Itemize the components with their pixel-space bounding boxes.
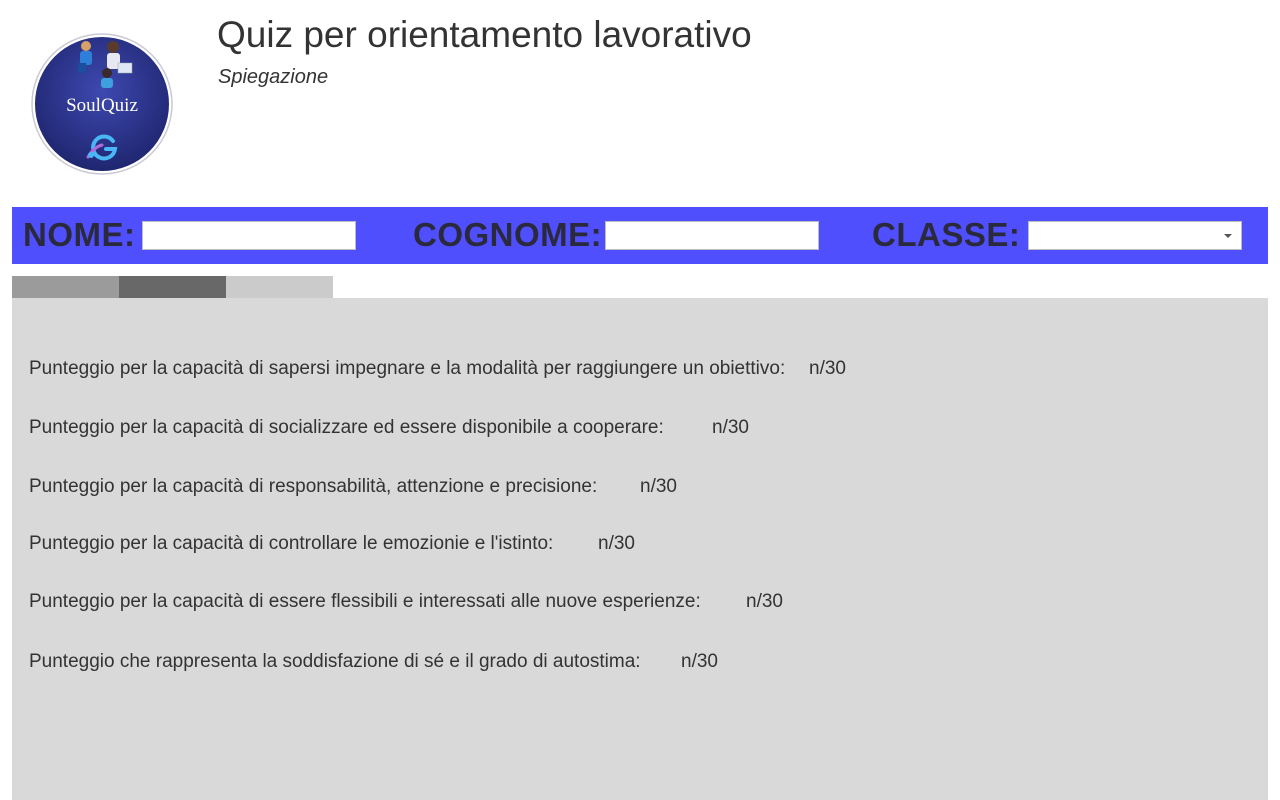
score-value: n/30: [640, 476, 677, 497]
results-panel: Punteggio per la capacità di sapersi imp…: [12, 298, 1268, 800]
name-input[interactable]: [142, 221, 356, 250]
name-label: NOME:: [23, 216, 136, 253]
chevron-down-icon: [1224, 234, 1232, 238]
class-label: CLASSE:: [872, 216, 1021, 253]
class-select[interactable]: [1028, 221, 1242, 250]
score-label: Punteggio per la capacità di socializzar…: [29, 417, 664, 438]
soulquiz-logo: SoulQuiz: [31, 33, 173, 175]
score-value: n/30: [809, 358, 846, 379]
score-label: Punteggio per la capacità di responsabil…: [29, 476, 598, 497]
score-value: n/30: [598, 533, 635, 554]
page-header: SoulQuiz Quiz per orientamento lavorativ…: [0, 0, 1280, 200]
page-subtitle[interactable]: Spiegazione: [218, 65, 328, 89]
tab-3[interactable]: [226, 276, 333, 298]
tab-bar: [12, 276, 333, 298]
score-value: n/30: [681, 651, 718, 672]
logo-text: SoulQuiz: [66, 95, 138, 116]
score-value: n/30: [712, 417, 749, 438]
surname-label: COGNOME:: [413, 216, 603, 253]
tab-2[interactable]: [119, 276, 226, 298]
score-label: Punteggio che rappresenta la soddisfazio…: [29, 651, 641, 672]
page-title: Quiz per orientamento lavorativo: [217, 14, 752, 55]
score-value: n/30: [746, 591, 783, 612]
score-label: Punteggio per la capacità di controllare…: [29, 533, 554, 554]
student-info-bar: NOME: COGNOME: CLASSE:: [12, 207, 1268, 264]
tab-1[interactable]: [12, 276, 119, 298]
score-label: Punteggio per la capacità di sapersi imp…: [29, 358, 786, 379]
score-label: Punteggio per la capacità di essere fles…: [29, 591, 701, 612]
surname-input[interactable]: [605, 221, 819, 250]
